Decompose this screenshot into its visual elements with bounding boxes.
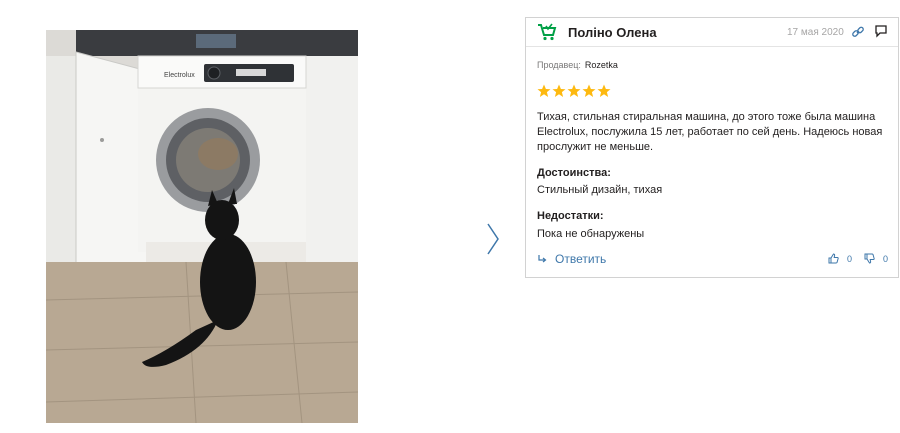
disadvantages-text: Пока не обнаружены xyxy=(537,228,645,240)
disadvantages-label: Недостатки: xyxy=(537,210,604,222)
review-header: Поліно Олена 17 мая 2020 xyxy=(526,18,898,47)
seller-name: Rozetka xyxy=(584,60,618,70)
link-icon[interactable] xyxy=(851,25,865,39)
review-photo[interactable]: Electrolux xyxy=(46,30,358,423)
review-card: Поліно Олена 17 мая 2020 Продавец: Rozetk… xyxy=(525,17,899,278)
seller-label: Продавец: xyxy=(537,60,581,70)
comment-icon[interactable] xyxy=(874,24,888,38)
chevron-right-icon xyxy=(487,223,499,255)
star-icon xyxy=(597,84,611,97)
reply-arrow-icon xyxy=(538,255,547,263)
review-author: Поліно Олена xyxy=(568,25,657,40)
dislike-button[interactable]: 0 xyxy=(864,253,888,264)
seller-info: Продавец: Rozetka xyxy=(537,60,618,70)
rating-stars xyxy=(537,84,611,100)
dislike-count: 0 xyxy=(882,253,888,264)
star-icon xyxy=(567,84,581,97)
star-icon xyxy=(552,84,566,97)
vote-buttons: 0 0 xyxy=(816,253,888,264)
reply-label: Ответить xyxy=(555,252,607,266)
like-count: 0 xyxy=(846,253,852,264)
photo-image: Electrolux xyxy=(46,30,358,423)
next-photo-button[interactable] xyxy=(484,222,502,256)
review-date: 17 мая 2020 xyxy=(787,27,844,38)
star-icon xyxy=(537,84,551,97)
like-button[interactable]: 0 xyxy=(828,253,852,264)
star-icon xyxy=(582,84,596,97)
review-gallery: Electrolux Поліно Олена 17 мая 2020 Прод… xyxy=(0,0,900,433)
advantages-label: Достоинства: xyxy=(537,167,611,179)
brand-logo: Electrolux xyxy=(164,72,195,79)
advantages-text: Стильный дизайн, тихая xyxy=(537,184,663,196)
review-text: Тихая, стильная стиральная машина, до эт… xyxy=(537,111,883,153)
thumbs-up-icon xyxy=(828,253,839,264)
thumbs-down-icon xyxy=(864,253,875,264)
cart-icon xyxy=(538,23,557,41)
reply-button[interactable]: Ответить xyxy=(537,252,606,266)
